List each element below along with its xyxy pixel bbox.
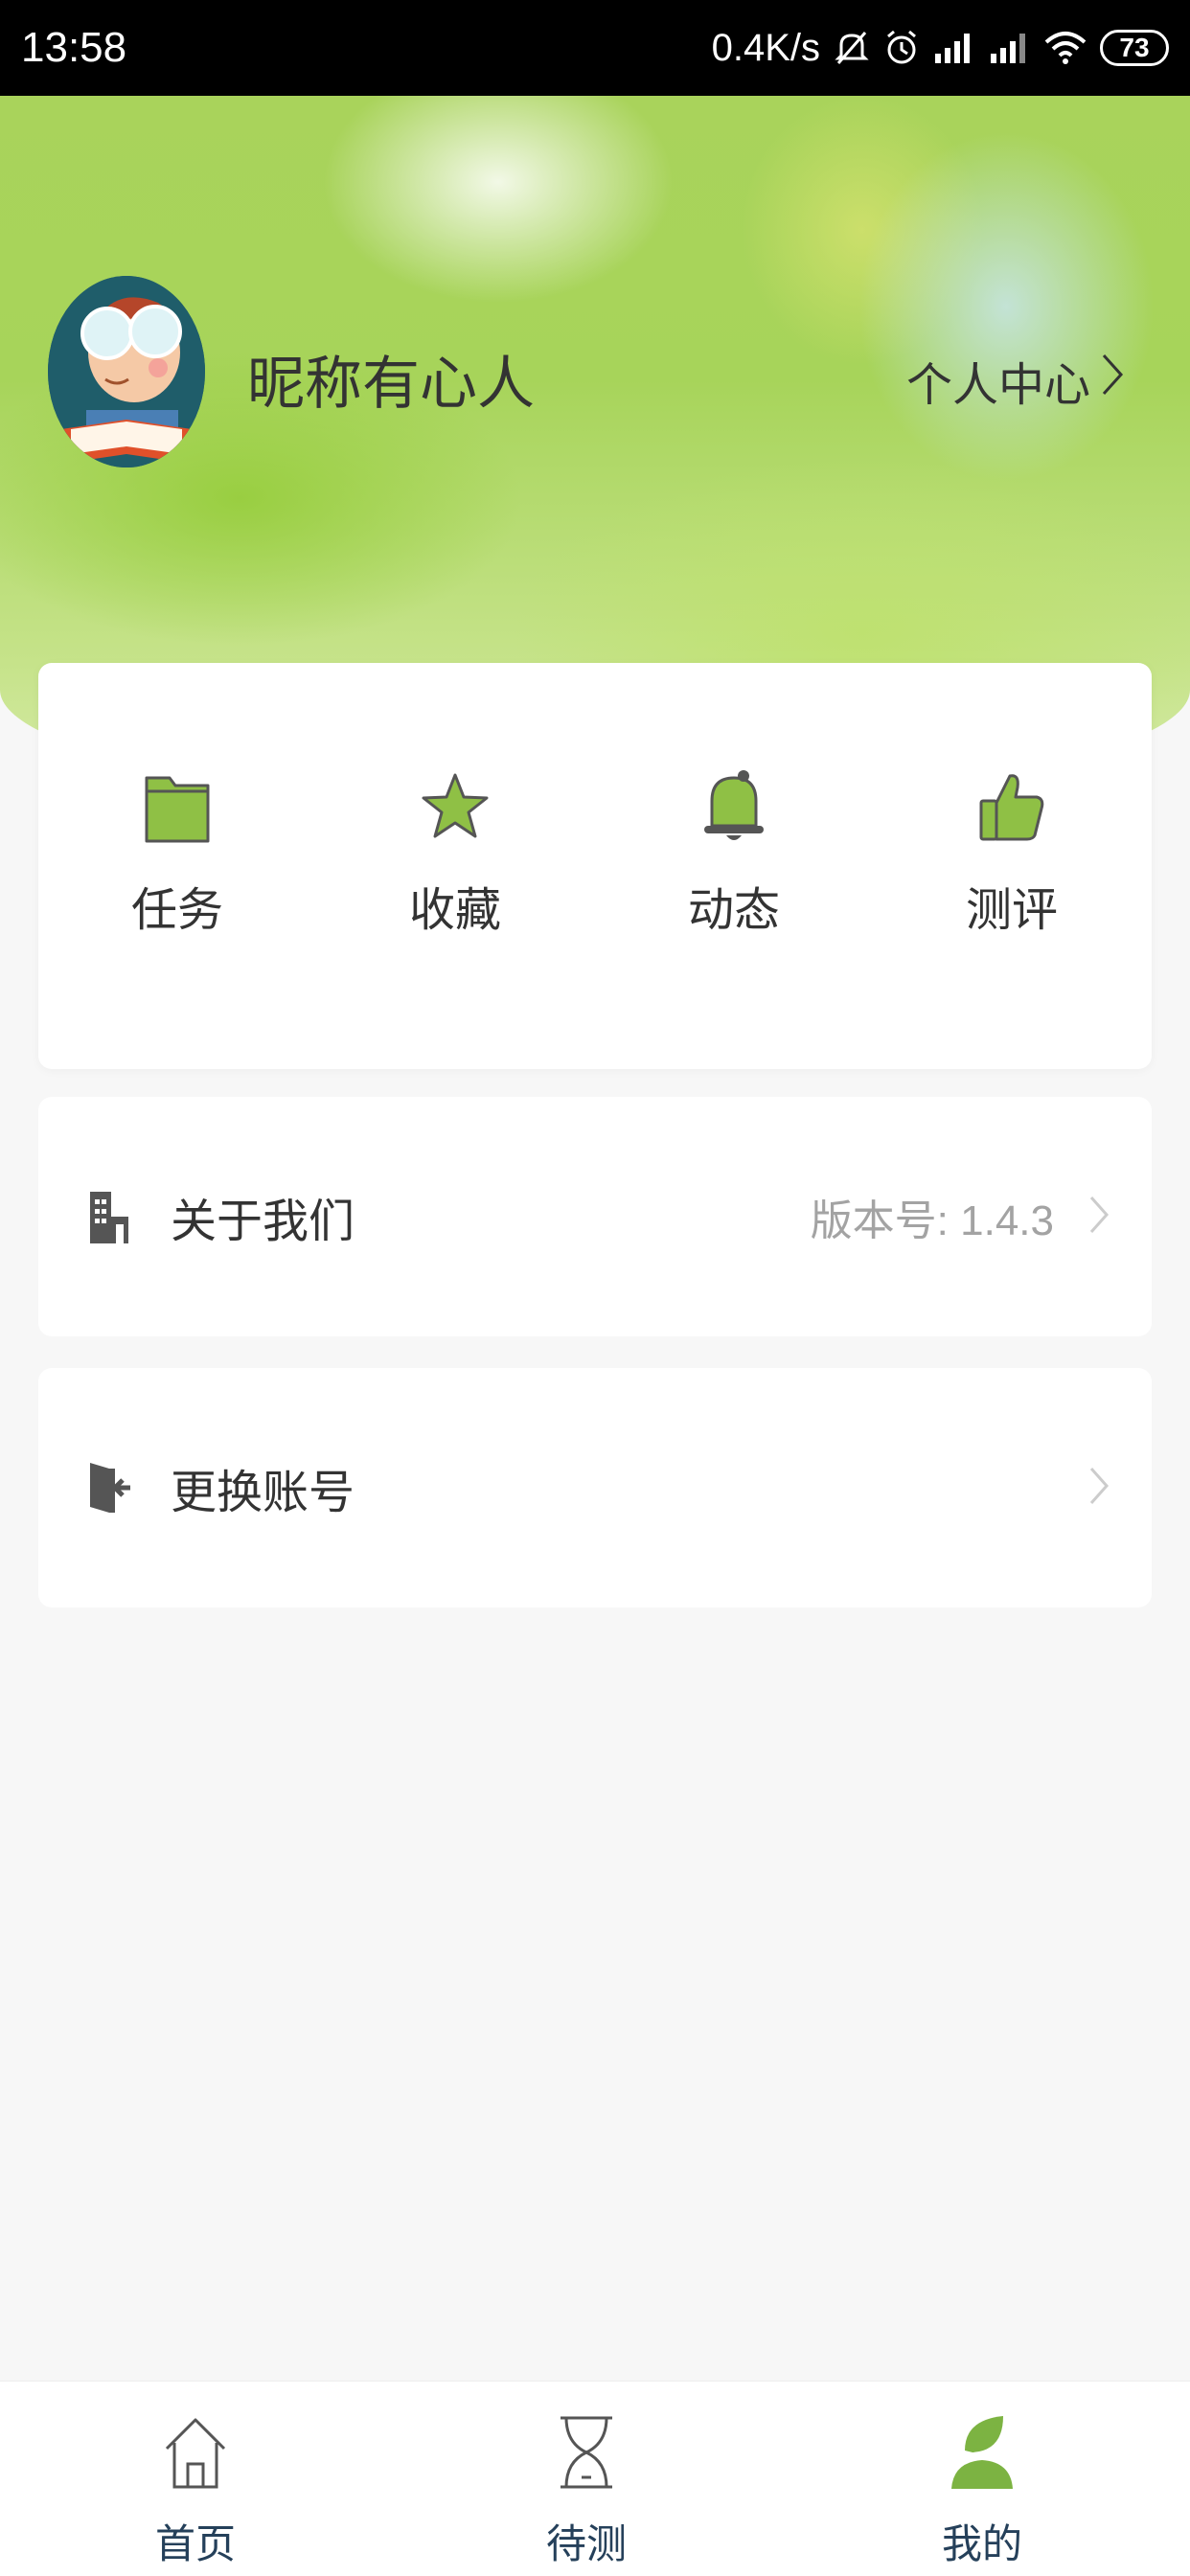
tab-label: 我的 xyxy=(941,2520,1022,2567)
folder-icon xyxy=(81,759,273,855)
quick-actions-card: 任务 收藏 动态 测评 xyxy=(38,663,1152,1069)
about-us-label: 关于我们 xyxy=(171,1195,355,1248)
hourglass-icon xyxy=(491,2405,682,2500)
quick-action-label: 动态 xyxy=(687,883,780,937)
tab-label: 首页 xyxy=(154,2520,236,2567)
home-icon xyxy=(100,2405,291,2500)
battery-indicator: 73 xyxy=(1100,30,1169,66)
quick-action-review[interactable]: 测评 xyxy=(916,759,1108,939)
wifi-icon xyxy=(1044,31,1087,65)
about-us-row[interactable]: 关于我们 版本号: 1.4.3 xyxy=(38,1097,1152,1336)
nickname: 昵称有心人 xyxy=(247,351,535,418)
building-icon xyxy=(84,1187,134,1246)
status-time: 13:58 xyxy=(21,24,127,71)
user-icon xyxy=(886,2405,1078,2500)
avatar[interactable] xyxy=(48,276,205,467)
switch-account-row[interactable]: 更换账号 xyxy=(38,1368,1152,1607)
personal-center-label: 个人中心 xyxy=(905,358,1090,412)
personal-center-link[interactable]: 个人中心 xyxy=(906,347,1125,414)
switch-account-label: 更换账号 xyxy=(171,1466,355,1519)
alarm-icon xyxy=(883,29,920,67)
quick-action-label: 收藏 xyxy=(408,883,501,937)
tab-pending[interactable]: 待测 xyxy=(491,2405,682,2570)
chevron-right-icon xyxy=(1088,1466,1110,1510)
status-bar: 13:58 0.4K/s 73 xyxy=(0,0,1190,96)
exit-door-icon xyxy=(84,1458,134,1517)
quick-action-label: 任务 xyxy=(130,883,223,937)
bell-icon xyxy=(638,759,830,855)
bottom-tab-bar: 首页 待测 我的 xyxy=(0,2381,1190,2576)
tab-label: 待测 xyxy=(545,2520,627,2567)
quick-action-updates[interactable]: 动态 xyxy=(638,759,830,939)
thumbs-up-icon xyxy=(916,759,1108,855)
net-speed: 0.4K/s xyxy=(711,26,820,69)
signal-icon xyxy=(933,31,975,65)
mute-bell-icon xyxy=(834,29,870,67)
tab-mine[interactable]: 我的 xyxy=(886,2405,1078,2570)
version-number: 版本号: 1.4.3 xyxy=(810,1197,1054,1244)
quick-action-favorites[interactable]: 收藏 xyxy=(359,759,551,939)
signal-icon-2 xyxy=(989,31,1031,65)
status-icons: 0.4K/s 73 xyxy=(712,27,1169,70)
star-icon xyxy=(359,759,551,855)
chevron-right-icon xyxy=(1088,1195,1110,1239)
quick-action-label: 测评 xyxy=(965,883,1058,937)
chevron-right-icon xyxy=(1100,352,1125,409)
quick-action-tasks[interactable]: 任务 xyxy=(81,759,273,939)
tab-home[interactable]: 首页 xyxy=(100,2405,291,2570)
